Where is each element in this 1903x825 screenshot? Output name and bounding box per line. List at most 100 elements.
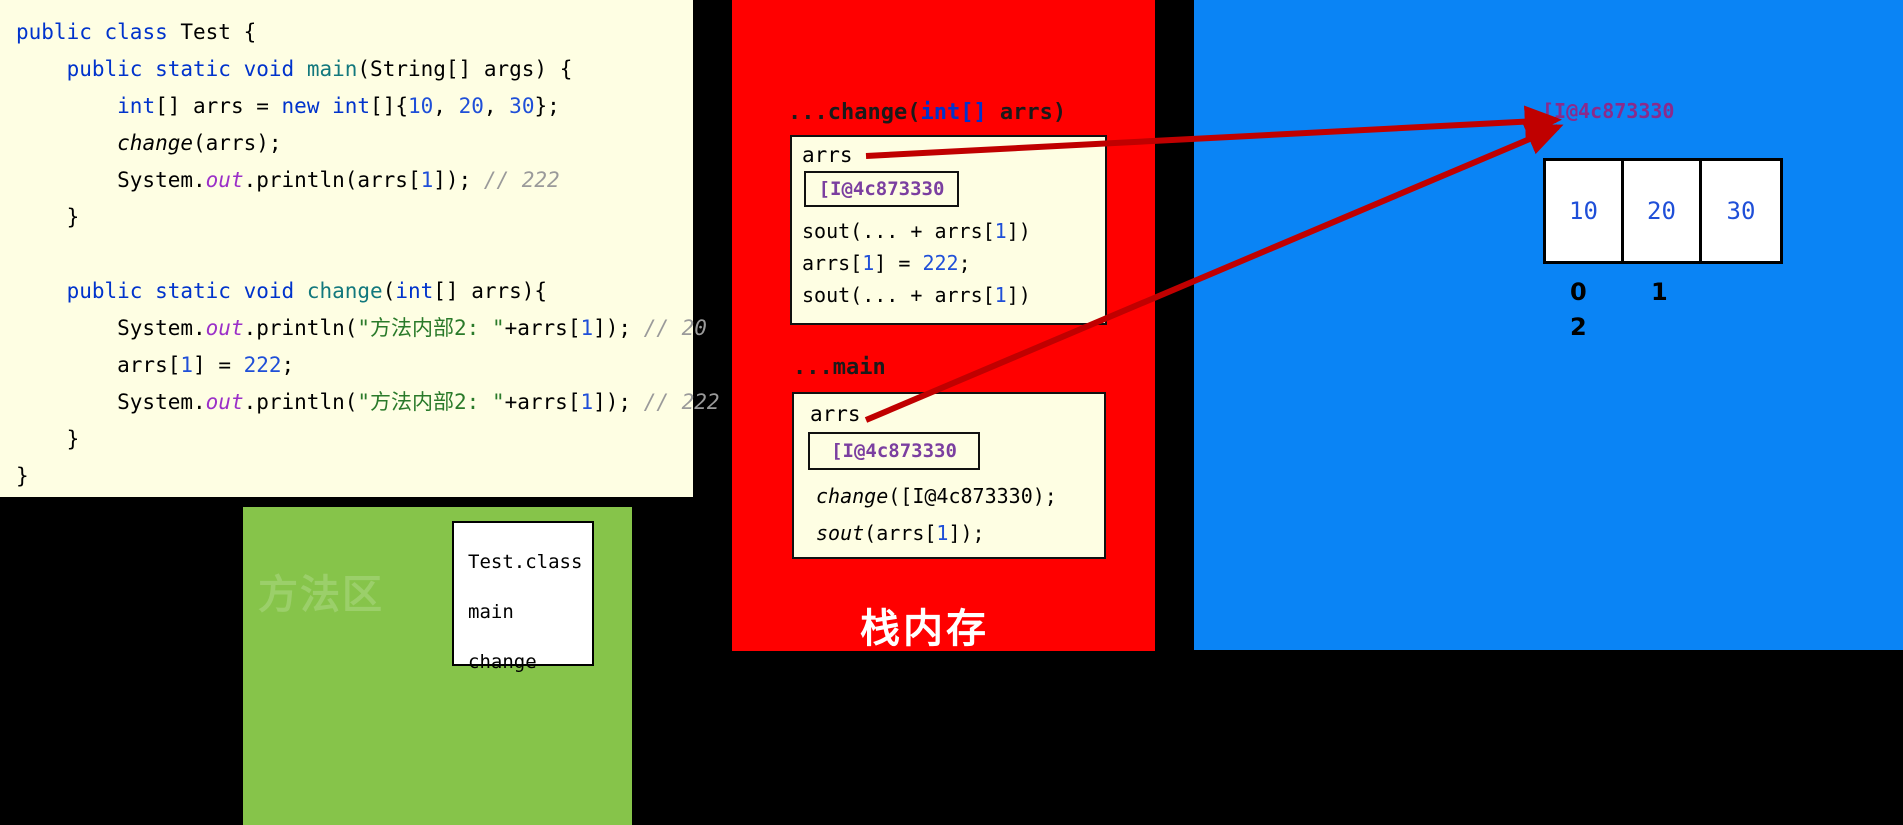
stack-memory-label: 栈内存 [860,606,989,652]
stack-frame-title-main: ...main [793,355,886,380]
code-line-8-token-5: 1 [580,316,594,340]
class-entry-0: Test.class [468,551,583,573]
code-line-1-token-2: static [155,57,244,81]
code-line-2-token-3: new [281,94,333,118]
code-line-0-token-1: class [104,20,181,44]
code-line-4-token-4: ]); [433,168,484,192]
code-line-4: System.out.println(arrs[1]); // 222 [16,162,693,199]
array-index-1: 1 [1651,278,1668,306]
code-line-0: public class Test { [16,14,693,51]
array-index-0: 0 [1570,278,1587,306]
change-frame-address-value: [I@4c873330 [818,178,945,200]
code-line-8-token-0: System. [16,316,206,340]
code-line-2-token-2: [] arrs = [155,94,282,118]
change-frame-code-line-1: arrs[1] = 222; [802,251,971,275]
code-line-4-token-1: out [205,168,244,192]
code-line-10-token-6: ]); [593,390,644,414]
code-line-7-token-7: [] arrs){ [433,279,548,303]
code-line-3-token-1: change [117,131,194,155]
stack-frame-main: arrs [I@4c873330 change([I@4c873330); sout (… [792,392,1106,559]
main-frame-code-line-1-token-2: 1 [936,521,949,545]
class-metadata-box: Test.class main change [452,521,594,673]
code-line-1-token-1: public [66,57,156,81]
code-line-7-token-2: static [155,279,244,303]
heap-array-box: 10 20 30 [1543,158,1783,264]
heap-memory-panel [1194,0,1903,650]
code-line-9-token-2: ] = [193,353,244,377]
code-line-8: System.out.println("方法内部2: "+arrs[1]); /… [16,310,707,347]
main-frame-variable-name: arrs [810,402,861,426]
code-line-8-token-3: "方法内部2: " [357,316,505,340]
code-line-1-token-0 [16,57,67,81]
code-line-10-token-2: .println( [243,390,358,414]
code-line-7: public static void change(int[] arrs){ [16,273,693,310]
code-line-11-token-0: } [16,427,80,451]
code-line-2-token-6: 10 [407,94,434,118]
array-index-2: 2 [1570,313,1587,341]
code-line-0-token-2: Test { [180,20,257,44]
code-line-2-token-8: 20 [458,94,484,118]
method-area-label: 方法区 [258,572,384,618]
code-line-9-token-1: 1 [180,353,194,377]
code-line-4-token-2: .println(arrs[ [243,168,421,192]
code-line-5-token-0: } [16,205,80,229]
frame-title-change-suffix: arrs) [986,100,1067,125]
main-frame-code-line-0: change([I@4c873330); [816,484,1057,508]
code-line-12-token-0: } [16,464,29,488]
change-frame-code-line-2-token-0: sout(... + arrs[ [802,283,995,307]
code-line-8-token-1: out [205,316,244,340]
stack-frame-change: arrs [I@4c873330 sout(... + arrs[1]) arrs[1… [790,135,1107,325]
code-line-2-token-9: , [483,94,510,118]
code-line-7-token-0 [16,279,67,303]
change-frame-code-line-2-token-1: 1 [994,283,1007,307]
code-line-7-token-4: change [306,279,383,303]
code-line-3-token-2: (arrs); [193,131,282,155]
code-line-8-token-4: +arrs[ [504,316,581,340]
main-frame-address-slot: [I@4c873330 [808,432,980,470]
main-frame-code-line-0-token-0: change [816,484,889,508]
code-line-2-token-4: int [332,94,371,118]
code-line-9: arrs[1] = 222; [16,347,693,384]
code-line-9-token-4: ; [281,353,295,377]
main-frame-code-line-1-token-0: sout [816,521,865,545]
change-frame-code-line-0: sout(... + arrs[1]) [802,219,1031,243]
code-line-8-token-7: // 20 [643,316,707,340]
diagram-canvas: public class Test { public static void m… [0,0,1903,825]
code-line-3-token-0 [16,131,117,155]
code-line-2-token-0 [16,94,117,118]
java-code-panel: public class Test { public static void m… [0,0,720,497]
change-frame-code-line-1-token-0: arrs[ [802,251,863,275]
code-line-7-token-3: void [243,279,307,303]
code-line-0-token-0: public [16,20,105,44]
code-line-11: } [16,421,693,458]
code-line-9-token-3: 222 [243,353,282,377]
code-line-7-token-6: int [395,279,434,303]
code-line-5: } [16,199,693,236]
array-cell-2: 30 [1702,161,1780,261]
code-line-1-token-5: (String[] args) { [357,57,573,81]
main-frame-code-line-0-token-1: ([I@4c873330); [888,484,1057,508]
main-frame-code-line-1-token-3: ]); [948,521,985,545]
code-line-10-token-7: // 222 [643,390,720,414]
change-frame-code-line-0-token-2: ]) [1006,219,1031,243]
change-frame-code-line-0-token-1: 1 [994,219,1007,243]
code-line-4-token-5: // 222 [483,168,560,192]
change-frame-code-line-1-token-1: 1 [862,251,875,275]
change-frame-code-line-2-token-2: ]) [1006,283,1031,307]
code-line-10-token-3: "方法内部2: " [357,390,505,414]
heap-array-address-label: [I@4c873330 [1542,99,1675,123]
change-frame-address-slot: [I@4c873330 [804,171,959,207]
code-line-10-token-5: 1 [580,390,594,414]
code-line-8-token-6: ]); [593,316,644,340]
class-entry-1: main [468,601,514,623]
change-frame-code-line-0-token-0: sout(... + arrs[ [802,219,995,243]
code-line-1: public static void main(String[] args) { [16,51,693,88]
change-frame-code-line-1-token-2: ] = [874,251,923,275]
code-line-10-token-1: out [205,390,244,414]
frame-title-change-prefix: ...change( [788,100,921,125]
code-line-4-token-0: System. [16,168,206,192]
code-line-2-token-7: , [433,94,459,118]
array-cell-1: 20 [1624,161,1702,261]
code-line-2: int[] arrs = new int[]{10, 20, 30}; [16,88,693,125]
